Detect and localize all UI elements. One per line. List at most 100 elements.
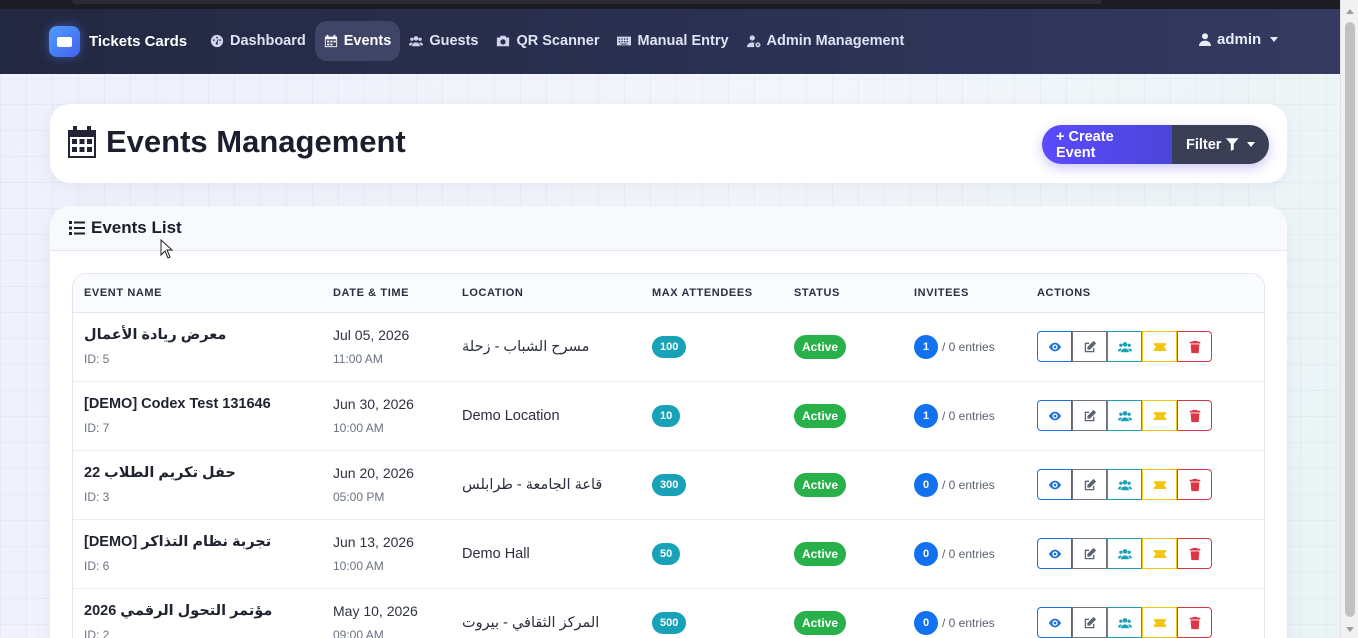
cell-invitees: 0 / 0 entries <box>903 588 1026 638</box>
event-name[interactable]: حفل تكريم الطلاب 22 <box>84 465 322 481</box>
column-header-status[interactable]: STATUS <box>783 274 903 313</box>
header-button-group: + Create Event Filter <box>1042 125 1269 164</box>
cell-status: Active <box>783 588 903 638</box>
nav-label: Admin Management <box>766 33 905 49</box>
cell-location: Demo Hall <box>451 519 641 589</box>
scroll-up-arrow-icon[interactable] <box>1346 9 1354 14</box>
nav-item-dashboard[interactable]: Dashboard <box>201 21 315 61</box>
ticket-icon <box>1153 549 1166 558</box>
trash-icon <box>1189 616 1200 629</box>
eye-icon <box>1048 342 1061 351</box>
edit-button[interactable] <box>1072 469 1107 500</box>
events-list-card: Events List EVENT NAME DATE & TIME LOCAT… <box>50 206 1287 638</box>
ticket-icon <box>1153 480 1166 489</box>
column-header-location[interactable]: LOCATION <box>451 274 641 313</box>
view-button[interactable] <box>1037 469 1072 500</box>
manage-guests-button[interactable] <box>1107 607 1142 638</box>
event-name[interactable]: مؤتمر التحول الرقمي 2026 <box>84 603 322 619</box>
event-name[interactable]: [DEMO] Codex Test 131646 <box>84 396 322 412</box>
view-button[interactable] <box>1037 538 1072 569</box>
brand-link[interactable]: Tickets Cards <box>49 26 187 57</box>
browser-address-bar[interactable] <box>72 0 1102 4</box>
nav-item-guests[interactable]: Guests <box>400 21 487 61</box>
nav-item-qr-scanner[interactable]: QR Scanner <box>487 21 608 61</box>
manage-guests-button[interactable] <box>1107 331 1142 362</box>
entries-count: / 0 entries <box>942 615 995 630</box>
cell-invitees: 1 / 0 entries <box>903 381 1026 451</box>
row-actions <box>1037 331 1264 362</box>
cell-invitees: 1 / 0 entries <box>903 312 1026 382</box>
entries-count: / 0 entries <box>942 408 995 423</box>
create-event-label: + Create Event <box>1056 128 1114 161</box>
max-attendees-badge: 50 <box>652 542 681 565</box>
delete-button[interactable] <box>1177 538 1212 569</box>
tickets-button[interactable] <box>1142 400 1177 431</box>
column-header-date-time[interactable]: DATE & TIME <box>322 274 451 313</box>
cell-location: قاعة الجامعة - طرابلس <box>451 450 641 520</box>
edit-button[interactable] <box>1072 607 1107 638</box>
edit-button[interactable] <box>1072 331 1107 362</box>
column-header-max-attendees[interactable]: MAX ATTENDEES <box>641 274 783 313</box>
max-attendees-badge: 100 <box>652 335 687 358</box>
row-actions <box>1037 400 1264 431</box>
top-navbar: Tickets Cards Dashboard Events Guests QR… <box>0 9 1340 74</box>
manage-guests-button[interactable] <box>1107 400 1142 431</box>
column-header-invitees[interactable]: INVITEES <box>903 274 1026 313</box>
event-date: Jun 30, 2026 <box>333 396 414 412</box>
users-icon <box>1117 410 1132 421</box>
nav-label: Events <box>343 33 392 49</box>
user-menu-dropdown[interactable]: admin <box>1199 31 1279 48</box>
manage-guests-button[interactable] <box>1107 538 1142 569</box>
table-row: معرض ريادة الأعمال ID: 5 Jul 05, 2026 11… <box>73 312 1264 382</box>
edit-icon <box>1084 409 1096 421</box>
view-button[interactable] <box>1037 607 1072 638</box>
eye-icon <box>1048 549 1061 558</box>
scrollbar-thumb[interactable] <box>1345 22 1355 617</box>
event-name[interactable]: [DEMO] تجربة نظام التذاكر <box>84 534 322 550</box>
create-event-button[interactable]: + Create Event <box>1042 125 1172 164</box>
status-badge: Active <box>794 541 847 566</box>
column-header-event-name[interactable]: EVENT NAME <box>73 274 322 313</box>
filter-dropdown-button[interactable]: Filter <box>1172 125 1269 164</box>
ticket-icon <box>1153 411 1166 420</box>
cell-actions <box>1026 519 1264 589</box>
event-time: 05:00 PM <box>333 490 385 504</box>
edit-button[interactable] <box>1072 400 1107 431</box>
event-id: ID: 3 <box>84 490 110 504</box>
nav-item-manual-entry[interactable]: Manual Entry <box>608 21 737 61</box>
cell-max-attendees: 50 <box>641 519 783 589</box>
tickets-button[interactable] <box>1142 607 1177 638</box>
cell-invitees: 0 / 0 entries <box>903 519 1026 589</box>
trash-icon <box>1189 478 1200 491</box>
cell-actions <box>1026 312 1264 382</box>
tickets-button[interactable] <box>1142 469 1177 500</box>
event-time: 09:00 AM <box>333 628 384 638</box>
invitees-count-badge: 1 <box>914 403 938 428</box>
filter-label: Filter <box>1186 136 1222 153</box>
cell-location: Demo Location <box>451 381 641 451</box>
view-button[interactable] <box>1037 400 1072 431</box>
delete-button[interactable] <box>1177 400 1212 431</box>
manage-guests-button[interactable] <box>1107 469 1142 500</box>
cell-max-attendees: 300 <box>641 450 783 520</box>
cell-status: Active <box>783 312 903 382</box>
nav-item-events[interactable]: Events <box>314 21 401 61</box>
scroll-down-arrow-icon[interactable] <box>1346 627 1354 632</box>
event-name[interactable]: معرض ريادة الأعمال <box>84 327 322 343</box>
trash-icon <box>1189 547 1200 560</box>
delete-button[interactable] <box>1177 469 1212 500</box>
delete-button[interactable] <box>1177 331 1212 362</box>
nav-item-admin-management[interactable]: Admin Management <box>738 21 914 61</box>
tickets-button[interactable] <box>1142 331 1177 362</box>
ticket-icon <box>1153 342 1166 351</box>
cell-max-attendees: 100 <box>641 312 783 382</box>
page-scrollbar[interactable] <box>1340 0 1358 638</box>
view-button[interactable] <box>1037 331 1072 362</box>
page-title: Events Management <box>68 124 406 160</box>
calendar-icon <box>68 126 96 158</box>
delete-button[interactable] <box>1177 607 1212 638</box>
status-badge: Active <box>794 610 847 635</box>
event-date: Jul 05, 2026 <box>333 327 410 343</box>
edit-button[interactable] <box>1072 538 1107 569</box>
tickets-button[interactable] <box>1142 538 1177 569</box>
